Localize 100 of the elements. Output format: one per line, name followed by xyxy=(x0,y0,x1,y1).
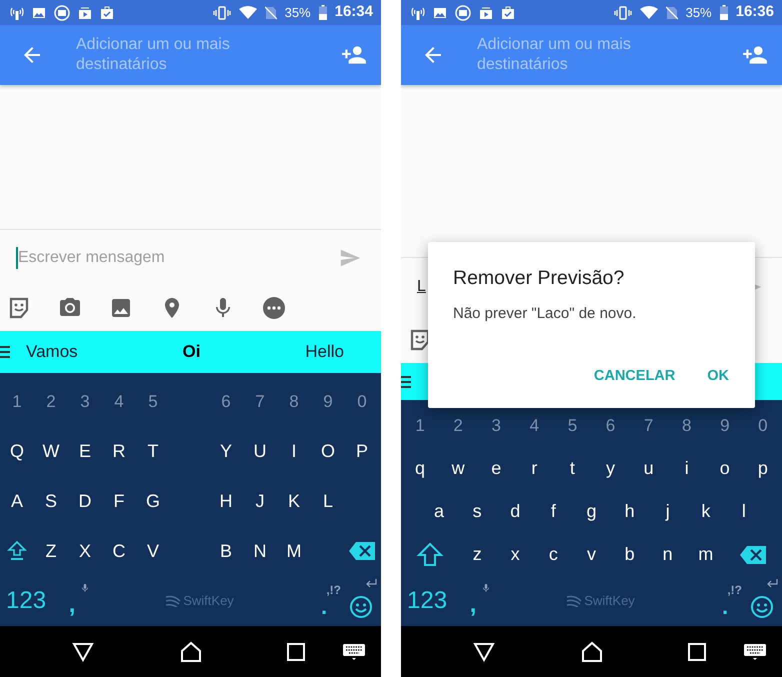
key[interactable]: 1 xyxy=(401,406,440,444)
key[interactable]: e xyxy=(477,450,516,488)
key[interactable]: c xyxy=(534,536,572,574)
menu-icon[interactable] xyxy=(401,374,411,388)
key[interactable]: P xyxy=(345,432,379,471)
shift-icon[interactable] xyxy=(416,540,444,568)
period-key[interactable]: . ,!? xyxy=(708,579,742,623)
suggestion[interactable]: Vamos xyxy=(26,339,78,365)
more-icon[interactable] xyxy=(262,296,286,320)
home-icon[interactable] xyxy=(180,640,202,662)
key[interactable]: 5 xyxy=(136,382,170,421)
key[interactable]: U xyxy=(243,432,277,471)
key[interactable]: Z xyxy=(34,532,68,570)
key[interactable]: g xyxy=(572,492,611,530)
key[interactable]: H xyxy=(209,482,243,520)
key[interactable]: B xyxy=(209,532,243,570)
recents-icon[interactable] xyxy=(688,642,706,660)
key[interactable]: 4 xyxy=(515,406,554,444)
smiley-icon xyxy=(349,595,373,619)
key[interactable]: S xyxy=(34,482,68,520)
key[interactable]: F xyxy=(102,482,136,520)
key[interactable]: 9 xyxy=(311,382,345,421)
key[interactable]: 1 xyxy=(0,382,34,421)
shift-icon[interactable] xyxy=(7,540,27,562)
key[interactable]: 3 xyxy=(68,382,102,421)
key[interactable]: j xyxy=(648,492,687,530)
home-icon[interactable] xyxy=(580,640,602,662)
key[interactable]: 6 xyxy=(209,382,243,421)
key[interactable]: h xyxy=(610,492,649,530)
back-triangle-icon[interactable] xyxy=(72,642,94,662)
key[interactable]: G xyxy=(136,482,170,520)
key[interactable]: 5 xyxy=(553,406,592,444)
key[interactable]: D xyxy=(68,482,102,520)
key[interactable]: C xyxy=(102,532,136,570)
key[interactable]: E xyxy=(68,432,102,471)
key[interactable]: Y xyxy=(209,432,243,471)
menu-icon[interactable] xyxy=(0,345,10,359)
key[interactable]: n xyxy=(648,536,687,574)
suggestion[interactable]: Hello xyxy=(305,339,344,365)
key[interactable]: l xyxy=(724,492,763,530)
comma-key[interactable]: , xyxy=(52,579,92,623)
key[interactable]: q xyxy=(401,450,440,488)
key[interactable]: w xyxy=(439,450,478,488)
recents-icon[interactable] xyxy=(287,642,305,660)
key[interactable]: 2 xyxy=(34,382,68,421)
key[interactable]: X xyxy=(68,532,102,570)
key[interactable]: J xyxy=(243,482,277,520)
key[interactable]: 3 xyxy=(477,406,516,444)
key[interactable]: f xyxy=(534,492,572,530)
key[interactable]: R xyxy=(102,432,136,471)
key[interactable]: I xyxy=(277,432,311,471)
keyboard-icon[interactable] xyxy=(744,644,766,660)
key[interactable]: 7 xyxy=(630,406,668,444)
image-icon[interactable] xyxy=(109,296,133,320)
key[interactable]: 8 xyxy=(277,382,311,421)
key[interactable]: Q xyxy=(0,432,34,471)
key[interactable]: k xyxy=(686,492,725,530)
backspace-icon[interactable] xyxy=(739,544,768,564)
key[interactable]: u xyxy=(630,450,668,488)
sticker-icon[interactable] xyxy=(7,296,31,320)
key[interactable]: 6 xyxy=(591,406,630,444)
key[interactable]: O xyxy=(311,432,345,471)
key[interactable]: v xyxy=(572,536,611,574)
key[interactable]: 4 xyxy=(102,382,136,421)
mode-key[interactable]: 123 xyxy=(0,583,52,619)
key[interactable]: V xyxy=(136,532,170,570)
key[interactable]: 9 xyxy=(706,406,744,444)
key[interactable]: 7 xyxy=(243,382,277,421)
key[interactable]: 8 xyxy=(668,406,706,444)
key[interactable]: 0 xyxy=(345,382,379,421)
key[interactable]: a xyxy=(420,492,458,530)
key[interactable]: b xyxy=(610,536,649,574)
suggestion[interactable]: Oi xyxy=(182,339,200,365)
key[interactable]: t xyxy=(553,450,592,488)
key[interactable]: x xyxy=(496,536,534,574)
key[interactable]: o xyxy=(706,450,744,488)
key[interactable]: A xyxy=(0,482,34,520)
key[interactable]: d xyxy=(496,492,534,530)
key[interactable]: y xyxy=(591,450,630,488)
briefcase-check-icon xyxy=(100,6,114,20)
back-triangle-icon[interactable] xyxy=(473,642,495,662)
key[interactable]: M xyxy=(277,532,311,570)
key[interactable]: r xyxy=(515,450,554,488)
key[interactable]: N xyxy=(243,532,277,570)
key[interactable]: K xyxy=(277,482,311,520)
key[interactable]: z xyxy=(458,536,496,574)
period-key[interactable]: . ,!? xyxy=(307,579,341,623)
key[interactable]: p xyxy=(744,450,782,488)
key[interactable]: m xyxy=(686,536,725,574)
key[interactable]: 2 xyxy=(439,406,478,444)
key[interactable]: W xyxy=(34,432,68,471)
comma-key[interactable]: , xyxy=(453,579,494,623)
backspace-icon[interactable] xyxy=(348,541,376,562)
mode-key[interactable]: 123 xyxy=(401,583,454,619)
key[interactable]: i xyxy=(668,450,706,488)
key[interactable]: 0 xyxy=(744,406,782,444)
key[interactable]: L xyxy=(311,482,345,520)
keyboard-icon[interactable] xyxy=(343,644,365,660)
key[interactable]: T xyxy=(136,432,170,471)
key[interactable]: s xyxy=(458,492,496,530)
